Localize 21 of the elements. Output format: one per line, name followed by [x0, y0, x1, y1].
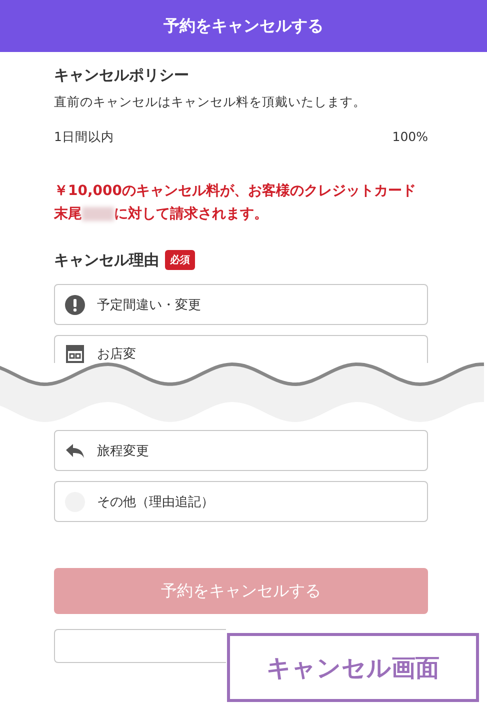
policy-text: 直前のキャンセルはキャンセル料を頂戴いたします。	[54, 94, 367, 111]
reason-option[interactable]: その他（理由追記）	[54, 481, 428, 522]
outline-button[interactable]	[54, 629, 226, 663]
back-arrow-icon	[65, 442, 85, 458]
reason-label: 予定間違い・変更	[97, 296, 201, 314]
period-label: 1日間以内	[54, 129, 114, 146]
reason-label: その他（理由追記）	[97, 494, 214, 510]
required-badge: 必須	[165, 250, 195, 270]
caption-label: キャンセル画面	[227, 633, 479, 702]
rate-value: 100%	[392, 129, 428, 146]
reason-option[interactable]: 旅程変更	[54, 430, 428, 471]
reason-option[interactable]: 予定間違い・変更	[54, 284, 428, 325]
fee-notice: ￥10,000のキャンセル料が、お客様のクレジットカード末尾 に対して請求されます。	[54, 182, 418, 224]
header-title: 予約をキャンセルする	[0, 0, 487, 52]
exclamation-icon	[65, 294, 85, 314]
reason-label: お店変	[97, 346, 136, 363]
store-icon	[65, 343, 85, 363]
reason-option[interactable]: お店変	[54, 335, 428, 363]
section-title: キャンセル理由	[54, 250, 159, 270]
section-title: キャンセルポリシー	[54, 66, 190, 85]
reason-label: 旅程変更	[97, 442, 149, 460]
